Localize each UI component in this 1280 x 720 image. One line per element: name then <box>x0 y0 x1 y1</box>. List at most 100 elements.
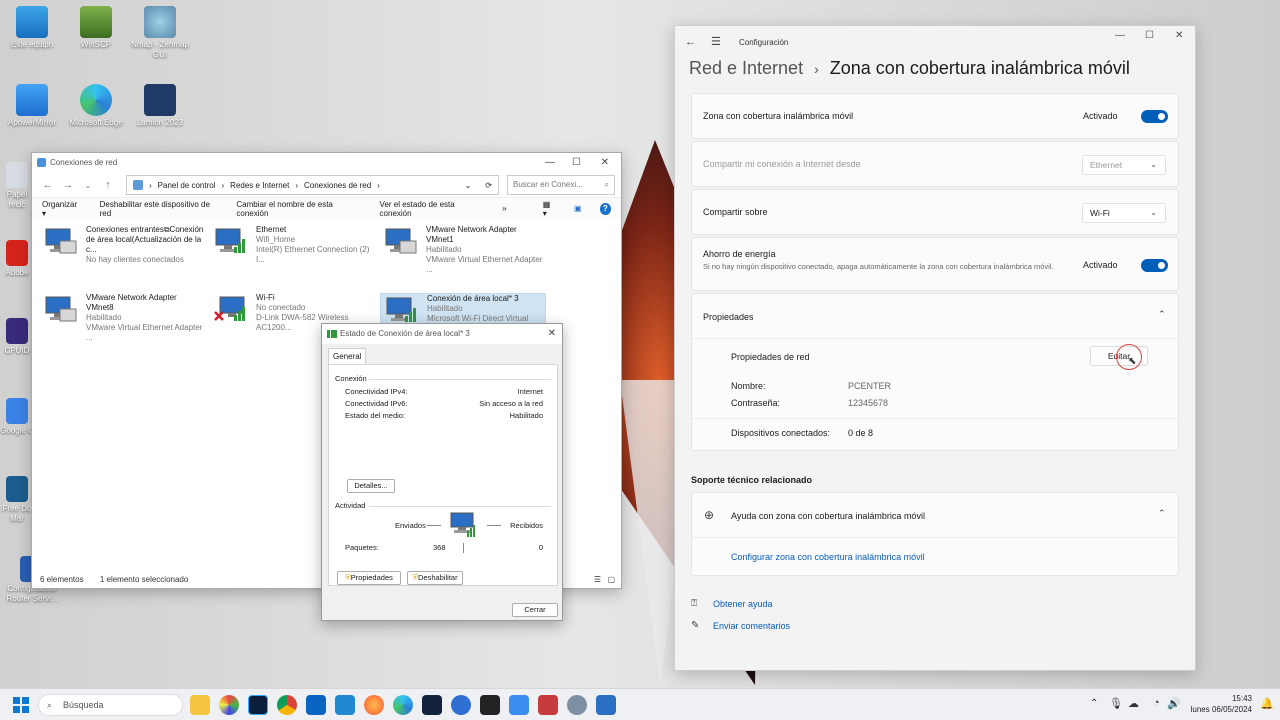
circle-app-icon[interactable] <box>451 695 471 715</box>
list-item[interactable]: Ethernet Wifi_Home Intel(R) Ethernet Con… <box>210 225 376 264</box>
outlook-icon[interactable] <box>306 695 326 715</box>
desktop-icon-winscp[interactable]: WinSCP <box>64 6 128 50</box>
power-saving-toggle[interactable] <box>1141 259 1168 272</box>
network-properties-label: Propiedades de red <box>731 352 810 362</box>
configure-hotspot-link[interactable]: Configurar zona con cobertura inalámbric… <box>731 552 925 562</box>
vscode-icon[interactable] <box>335 695 355 715</box>
breadcrumb[interactable]: › Panel de control › Redes e Internet › … <box>126 175 499 195</box>
view-options-icon[interactable]: ▦ ▾ <box>543 200 556 218</box>
forward-icon[interactable]: → <box>58 179 78 191</box>
properties-button[interactable]: ⛨Propiedades <box>337 571 401 585</box>
breadcrumb-parent[interactable]: Red e Internet <box>689 58 803 78</box>
explorer-search-input[interactable]: Buscar en Conexi... ⌕ <box>507 175 615 195</box>
taskbar-search[interactable]: ⌕ Búsqueda <box>38 694 183 716</box>
rename-connection-button[interactable]: Cambiar el nombre de esta conexión <box>236 200 361 218</box>
lumion-icon <box>144 84 176 116</box>
view-status-button[interactable]: Ver el estado de esta conexión <box>380 200 485 218</box>
network-connections-taskbar-icon[interactable] <box>596 695 616 715</box>
desktop-icon-free-download[interactable]: Free Do Mar <box>0 476 34 524</box>
maximize-icon[interactable]: ☐ <box>1145 30 1154 41</box>
minimize-icon[interactable]: — <box>545 153 555 173</box>
wifi-icon[interactable]: ◔ <box>1153 697 1160 709</box>
hotspot-toggle[interactable] <box>1141 110 1168 123</box>
volume-icon[interactable]: 🔊 <box>1167 697 1181 710</box>
share-over-select[interactable]: Wi-Fi ⌄ <box>1082 203 1166 223</box>
dialog-titlebar[interactable]: Estado de Conexión de área local* 3 ✕ <box>322 324 562 344</box>
clock[interactable]: 15:43 lunes 06/05/2024 <box>1182 693 1252 715</box>
details-view-icon[interactable]: ☰ <box>594 572 601 588</box>
close-icon[interactable]: ✕ <box>548 324 556 344</box>
desktop-icon-apowermirror[interactable]: ApowerMirror <box>0 84 64 128</box>
apowermirror-taskbar-icon[interactable] <box>509 695 529 715</box>
dropdown-chevron-icon[interactable]: ⌄ <box>465 181 472 190</box>
start-windows-icon[interactable] <box>13 697 29 713</box>
back-icon[interactable]: ← <box>685 36 696 48</box>
up-icon[interactable]: ↑ <box>98 179 118 191</box>
share-from-card: Compartir mi conexión a Internet desde E… <box>691 141 1179 187</box>
search-icon: ⌕ <box>47 700 53 710</box>
desktop-icon-this-pc[interactable]: Este equipo <box>0 6 64 50</box>
wifi-adapter-icon <box>214 296 245 321</box>
firefox-icon[interactable] <box>364 695 384 715</box>
eye-icon <box>144 6 176 38</box>
refresh-icon[interactable]: ⟳ <box>485 181 492 190</box>
remote-app-icon[interactable] <box>538 695 558 715</box>
breadcrumb-item[interactable]: Conexiones de red <box>304 181 371 190</box>
list-item[interactable]: VMware Network Adapter VMnet1 Habilitado… <box>380 225 546 274</box>
breadcrumb-item[interactable]: Panel de control <box>158 181 216 190</box>
organize-button[interactable]: Organizar ▾ <box>42 200 82 218</box>
properties-header[interactable]: Propiedades <box>703 312 754 322</box>
settings-gear-icon[interactable] <box>567 695 587 715</box>
hotspot-card: Zona con cobertura inalámbrica móvil Act… <box>691 93 1179 139</box>
explorer-titlebar[interactable]: Conexiones de red — ☐ ✕ <box>32 153 621 173</box>
back-icon[interactable]: ← <box>38 179 58 191</box>
disable-button[interactable]: ⛨Deshabilitar <box>407 571 463 585</box>
desktop-icon-nmap[interactable]: Nmap - Zenmap GUI <box>128 6 192 60</box>
more-commands-button[interactable]: » <box>502 204 506 213</box>
winscp-icon <box>80 6 112 38</box>
send-feedback-link[interactable]: Enviar comentarios <box>713 621 790 631</box>
edge-taskbar-icon[interactable] <box>393 695 413 715</box>
chrome-icon[interactable] <box>277 695 297 715</box>
help-icon[interactable]: ? <box>599 202 611 215</box>
desktop-icon-adobe[interactable]: Adobe <box>0 240 34 278</box>
connection-group-label: Conexión <box>335 374 367 383</box>
list-item[interactable]: VMware Network Adapter VMnet8 Habilitado… <box>40 293 206 342</box>
get-help-link[interactable]: Obtener ayuda <box>713 599 773 609</box>
chevron-up-icon[interactable]: ⌃ <box>1158 508 1166 519</box>
maximize-icon[interactable]: ☐ <box>572 153 581 173</box>
share-from-select[interactable]: Ethernet ⌄ <box>1082 155 1166 175</box>
pinwheel-app-icon[interactable] <box>219 695 239 715</box>
notification-bell-icon[interactable]: 🔔 <box>1260 697 1274 710</box>
desktop-icon-google[interactable]: Google C <box>0 398 34 436</box>
list-item[interactable]: Conexiones entrantes⧉Conexión de área lo… <box>40 225 206 264</box>
tray-chevron-icon[interactable]: ⌃ <box>1090 698 1098 709</box>
breadcrumb-item[interactable]: Redes e Internet <box>230 181 289 190</box>
chevron-up-icon[interactable]: ⌃ <box>1158 309 1166 320</box>
close-icon[interactable]: ✕ <box>1175 30 1183 41</box>
list-item-selected[interactable]: Conexión de área local* 3 Habilitado Mic… <box>380 293 546 333</box>
desktop-icon-edge[interactable]: Microsoft Edge <box>64 84 128 128</box>
file-explorer-icon[interactable] <box>190 695 210 715</box>
help-hotspot-label[interactable]: Ayuda con zona con cobertura inalámbrica… <box>731 511 925 521</box>
tab-general[interactable]: General <box>328 348 367 364</box>
disable-device-button[interactable]: Deshabilitar este dispositivo de red <box>100 200 219 218</box>
desktop-icon-lumion[interactable]: Lumion 2023 <box>128 84 192 128</box>
menu-icon[interactable]: ☰ <box>711 35 721 48</box>
details-button[interactable]: Detalles... <box>347 479 395 493</box>
close-button[interactable]: Cerrar <box>512 603 558 617</box>
minimize-icon[interactable]: — <box>1115 30 1125 41</box>
close-icon[interactable]: ✕ <box>601 153 609 173</box>
desktop-icon-cpuid[interactable]: CPUID <box>0 318 34 356</box>
media-app-icon[interactable] <box>422 695 442 715</box>
terminal-app-icon[interactable] <box>480 695 500 715</box>
settings-app-title: Configuración <box>739 38 789 47</box>
list-item[interactable]: Wi-Fi No conectado D-Link DWA-582 Wirele… <box>210 293 376 332</box>
desktop-icon-recycle-bin[interactable]: Papel recic <box>0 162 34 210</box>
recent-chevron-icon[interactable]: ⌄ <box>78 181 98 190</box>
photoshop-icon[interactable] <box>248 695 268 715</box>
tiles-view-icon[interactable]: ▢ <box>607 572 615 588</box>
microphone-icon[interactable]: 🎙 <box>1109 697 1123 710</box>
preview-pane-icon[interactable]: ▣ <box>574 204 582 213</box>
cloud-icon[interactable]: ☁ <box>1128 697 1139 710</box>
